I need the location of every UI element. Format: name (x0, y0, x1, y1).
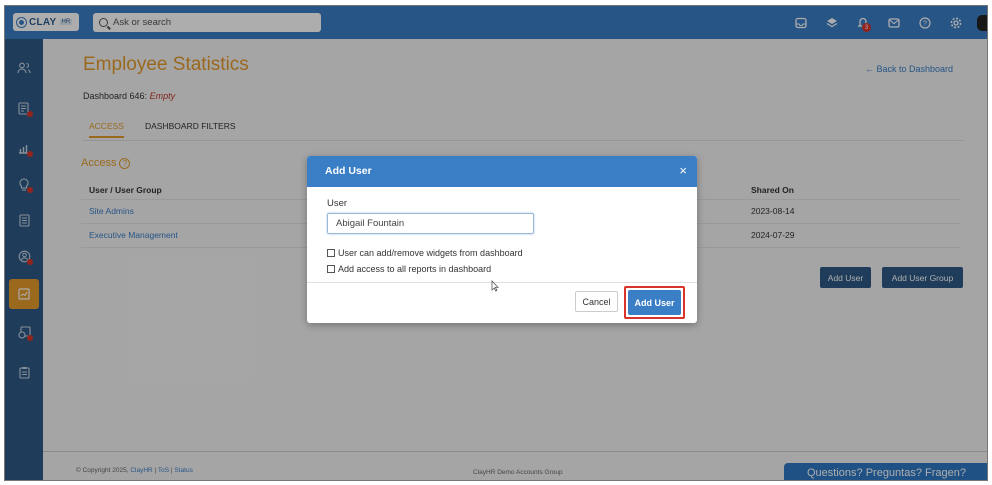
widgets-checkbox-row[interactable]: User can add/remove widgets from dashboa… (327, 248, 523, 258)
user-field-label: User (327, 198, 348, 209)
widgets-checkbox-label: User can add/remove widgets from dashboa… (338, 248, 523, 258)
add-user-modal: Add User × User User can add/remove widg… (307, 156, 697, 323)
close-icon[interactable]: × (679, 163, 687, 178)
cancel-button[interactable]: Cancel (575, 291, 618, 312)
reports-checkbox-row[interactable]: Add access to all reports in dashboard (327, 264, 491, 274)
modal-divider (307, 282, 697, 283)
app-window: CLAY HR 3 ? (4, 5, 988, 481)
modal-title: Add User (325, 165, 372, 177)
reports-checkbox[interactable] (327, 265, 335, 273)
widgets-checkbox[interactable] (327, 249, 335, 257)
user-field[interactable] (327, 213, 534, 234)
mouse-cursor-icon (491, 279, 499, 295)
reports-checkbox-label: Add access to all reports in dashboard (338, 264, 492, 274)
modal-header: Add User × (307, 156, 697, 187)
add-user-submit-button[interactable]: Add User (628, 290, 681, 315)
